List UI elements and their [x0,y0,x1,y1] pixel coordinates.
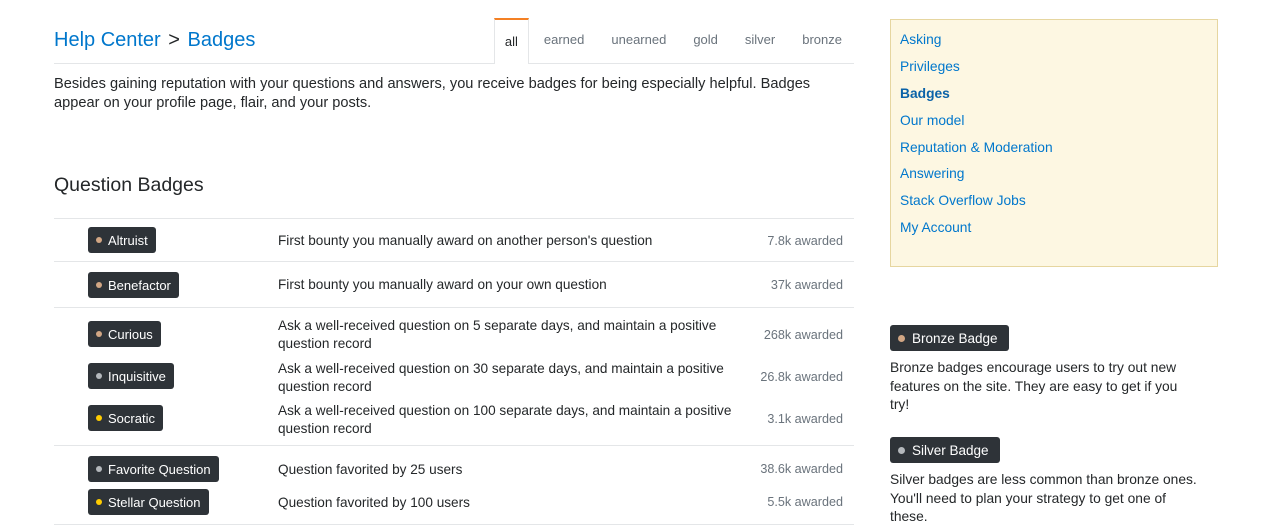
badge-row: Curious Ask a well-received question on … [54,308,854,351]
awarded-count: 7.8k awarded [767,234,843,248]
legend-badge-label: Silver Badge [912,442,989,458]
tab-gold[interactable]: gold [681,18,730,62]
badge-description: Question favorited by 100 users [278,495,470,510]
badge-label: Stellar Question [108,494,201,510]
badge-row: Socratic Ask a well-received question on… [54,393,854,436]
tab-all[interactable]: all [493,18,529,64]
title-row: Help Center > Badges all earned unearned… [54,0,854,64]
tab-bronze[interactable]: bronze [790,18,854,62]
badge-label: Inquisitive [108,368,166,384]
badge-label: Favorite Question [108,461,211,477]
badge-benefactor[interactable]: Benefactor [88,272,179,298]
badge-row: Inquisitive Ask a well-received question… [54,351,854,394]
badge-filter-tabs: all earned unearned gold silver bronze [493,18,854,64]
sidebar-item-asking[interactable]: Asking [900,32,941,47]
badge-label: Benefactor [108,277,171,293]
badge-label: Curious [108,326,153,342]
badge-inquisitive[interactable]: Inquisitive [88,363,174,389]
awarded-count: 26.8k awarded [760,370,843,384]
awarded-count: 37k awarded [770,278,843,292]
badge-description: Ask a well-received question on 100 sepa… [278,403,732,436]
intro-text: Besides gaining reputation with your que… [54,76,811,111]
badge-row: Favorite Question Question favorited by … [54,446,854,486]
breadcrumb-help-center-link[interactable]: Help Center [54,29,161,51]
badge-curious[interactable]: Curious [88,321,161,347]
main-content: Help Center > Badges all earned unearned… [54,0,854,525]
awarded-count: 268k awarded [763,328,843,342]
badge-description: Question favorited by 25 users [278,462,463,477]
awarded-count: 3.1k awarded [767,412,843,426]
tab-unearned[interactable]: unearned [599,18,678,62]
badge-description: First bounty you manually award on your … [278,277,607,292]
badge-favorite-question[interactable]: Favorite Question [88,456,219,482]
breadcrumb: Help Center > Badges [54,28,255,52]
help-sidebar-nav: Asking Privileges Badges Our model Reput… [890,19,1218,267]
badge-altruist[interactable]: Altruist [88,227,156,253]
legend-badge-label: Bronze Badge [912,330,998,346]
bronze-badge-description: Bronze badges encourage users to try out… [890,360,1178,412]
sidebar-item-privileges[interactable]: Privileges [900,59,960,74]
tab-silver[interactable]: silver [733,18,787,62]
badge-group: Curious Ask a well-received question on … [54,308,854,446]
sidebar-item-my-account[interactable]: My Account [900,220,971,235]
silver-dot-icon [96,373,102,379]
badge-group: Benefactor First bounty you manually awa… [54,262,854,308]
bronze-badge-legend[interactable]: Bronze Badge [890,325,1009,351]
badge-stellar-question[interactable]: Stellar Question [88,489,209,515]
sidebar-item-stack-overflow-jobs[interactable]: Stack Overflow Jobs [900,193,1026,208]
badge-description: First bounty you manually award on anoth… [278,233,653,248]
badge-group: Altruist First bounty you manually award… [54,219,854,262]
page: Help Center > Badges all earned unearned… [0,0,1275,529]
badge-row: Altruist First bounty you manually award… [54,219,854,261]
bronze-dot-icon [96,331,102,337]
bronze-dot-icon [898,334,905,342]
bronze-dot-icon [96,282,102,288]
sidebar-item-reputation-moderation[interactable]: Reputation & Moderation [900,140,1053,155]
badge-label: Altruist [108,232,148,248]
awarded-count: 38.6k awarded [760,462,843,476]
silver-dot-icon [96,466,102,472]
section-title: Question Badges [54,174,204,196]
silver-dot-icon [898,446,905,454]
sidebar-item-our-model[interactable]: Our model [900,113,964,128]
silver-badge-legend[interactable]: Silver Badge [890,437,1000,463]
breadcrumb-badges-link[interactable]: Badges [188,29,256,51]
badge-group: Favorite Question Question favorited by … [54,446,854,525]
sidebar-item-answering[interactable]: Answering [900,166,964,181]
badge-label: Socratic [108,410,155,426]
badge-description: Ask a well-received question on 5 separa… [278,318,717,351]
awarded-count: 5.5k awarded [767,495,843,509]
badge-description: Ask a well-received question on 30 separ… [278,361,724,394]
badge-row: Stellar Question Question favorited by 1… [54,486,854,524]
bronze-dot-icon [96,237,102,243]
gold-dot-icon [96,499,102,505]
breadcrumb-separator: > [168,29,180,51]
badge-socratic[interactable]: Socratic [88,405,163,431]
sidebar-item-badges[interactable]: Badges [900,86,950,101]
silver-badge-description: Silver badges are less common than bronz… [890,472,1197,524]
tab-earned[interactable]: earned [532,18,596,62]
gold-dot-icon [96,415,102,421]
badge-row: Benefactor First bounty you manually awa… [54,262,854,307]
badge-table: Altruist First bounty you manually award… [54,218,854,525]
